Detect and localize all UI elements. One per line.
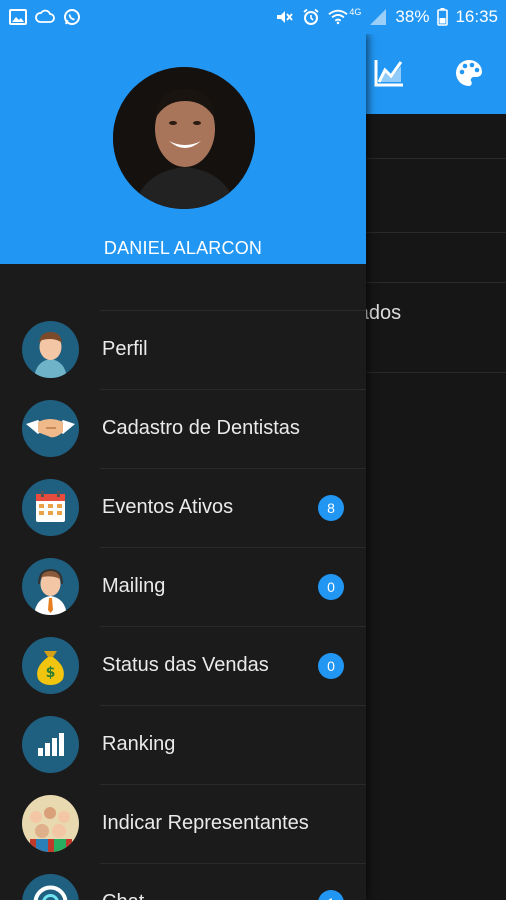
mute-icon — [274, 8, 294, 26]
cloud-icon — [35, 8, 55, 26]
menu-label: Ranking — [102, 733, 176, 755]
divider — [100, 863, 366, 864]
menu-item-indicar-representantes[interactable]: Indicar Representantes — [0, 784, 366, 863]
menu-item-cadastro-de-dentistas[interactable]: Cadastro de Dentistas — [0, 389, 366, 468]
crowd-icon — [22, 795, 79, 852]
menu-label: Cadastro de Dentistas — [102, 417, 300, 439]
count-badge: 0 — [318, 652, 344, 679]
bar-chart-icon — [22, 716, 79, 773]
image-icon — [8, 8, 28, 26]
network-type: 4G — [349, 7, 362, 17]
divider — [100, 626, 366, 627]
user-name: DANIEL ALARCON — [103, 238, 263, 258]
calendar-icon — [22, 479, 79, 536]
menu-item-perfil[interactable]: Perfil — [0, 310, 366, 389]
agent-icon — [22, 558, 79, 615]
status-bar: 4G 38% 16:35 — [0, 0, 506, 34]
money-bag-icon: $ — [22, 637, 79, 694]
divider — [100, 705, 366, 706]
signal-icon — [368, 8, 388, 26]
chart-icon[interactable] — [372, 56, 406, 90]
battery-icon — [436, 8, 448, 26]
divider — [100, 310, 366, 311]
divider — [100, 784, 366, 785]
avatar[interactable] — [113, 67, 255, 209]
wifi-icon — [328, 8, 349, 26]
menu-item-ranking[interactable]: Ranking — [0, 705, 366, 784]
menu-label: Perfil — [102, 338, 148, 360]
battery-percent: 38% — [395, 7, 430, 26]
menu-item-chat[interactable]: Chat 1 — [0, 863, 366, 900]
clock: 16:35 — [455, 7, 498, 26]
palette-icon[interactable] — [452, 56, 486, 90]
menu-item-eventos-ativos[interactable]: Eventos Ativos 8 — [0, 468, 366, 547]
menu-item-mailing[interactable]: Mailing 0 — [0, 547, 366, 626]
menu-label: Mailing — [102, 575, 166, 597]
count-badge: 1 — [318, 889, 344, 900]
drawer-header: DANIEL ALARCON — [0, 34, 366, 264]
divider — [100, 468, 366, 469]
menu-label: Status das Vendas — [102, 654, 269, 676]
svg-text:$: $ — [46, 665, 56, 681]
menu-item-status-das-vendas[interactable]: $ Status das Vendas 0 — [0, 626, 366, 705]
person-icon — [22, 321, 79, 378]
divider — [100, 547, 366, 548]
handshake-icon — [22, 400, 79, 457]
drawer-menu: Perfil Cadastro de Dentistas Eventos Ati… — [0, 310, 366, 900]
count-badge: 8 — [318, 494, 344, 521]
chat-icon — [22, 874, 79, 900]
menu-label: Indicar Representantes — [102, 812, 309, 834]
count-badge: 0 — [318, 573, 344, 600]
whatsapp-icon — [62, 8, 82, 26]
alarm-icon — [301, 8, 321, 26]
menu-label: Eventos Ativos — [102, 496, 234, 518]
menu-label: Chat — [102, 891, 144, 900]
navigation-drawer: DANIEL ALARCON Perfil Cadastro de Dentis… — [0, 34, 366, 900]
divider — [100, 389, 366, 390]
